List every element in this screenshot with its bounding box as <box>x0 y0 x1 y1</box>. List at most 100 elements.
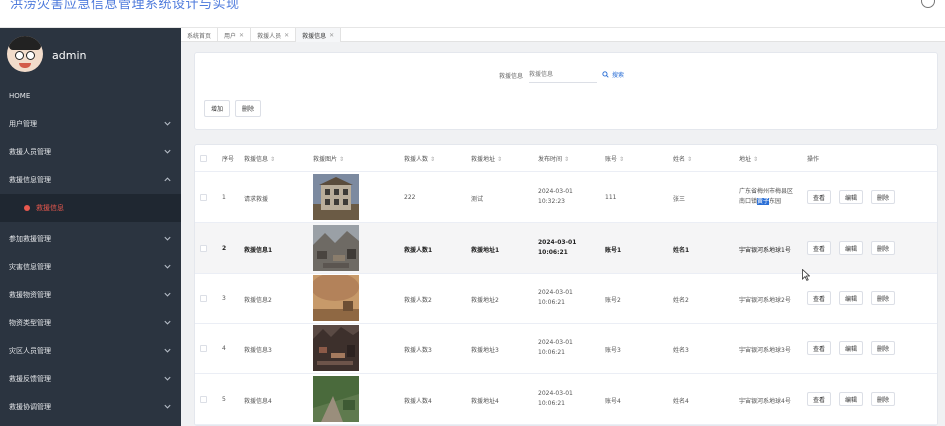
table-row[interactable]: 3 救援信息2 救援人数2 救援地址2 2024-03-01 10:06:21 账号2 姓名… <box>195 273 937 324</box>
tab-user[interactable]: 用户 ✕ <box>218 28 252 42</box>
sidebar-item-5[interactable]: 灾害信息管理 <box>0 253 181 281</box>
cell-time: 2024-03-01 10:06:21 <box>538 390 573 407</box>
table-row[interactable]: 5 救援信息4 救援人数4 救援地址4 2024-03-01 10:06:21 账号4 姓名… <box>195 374 937 425</box>
user-menu-icon[interactable] <box>921 0 935 8</box>
sort-icon[interactable]: ⇕ <box>619 156 624 163</box>
column-header[interactable]: 救援地址 ⇕ <box>471 154 502 163</box>
sidebar-item-8[interactable]: 灾区人员管理 <box>0 337 181 365</box>
close-icon[interactable]: ✕ <box>284 32 289 39</box>
cell-address: 救援地址2 <box>471 297 499 304</box>
sidebar-item-6[interactable]: 救援物资管理 <box>0 281 181 309</box>
close-icon[interactable]: ✕ <box>239 32 244 39</box>
table-header: 序号 救援信息 ⇕ 救援图片 ⇕ 救援人数 ⇕ 救援地址 ⇕ 发布时间 ⇕ 账号 ⇕ 姓名 ⇕ 地址 ⇕ 操作 <box>195 145 937 172</box>
rescue-photo[interactable] <box>313 275 359 321</box>
delete-row-button[interactable]: 删除 <box>871 241 896 255</box>
column-header[interactable]: 姓名 ⇕ <box>673 154 692 163</box>
location-text: 东园 <box>769 198 782 205</box>
sidebar-item-9[interactable]: 救援反馈管理 <box>0 365 181 393</box>
search-button[interactable]: 搜索 <box>602 67 624 81</box>
sidebar-item-10[interactable]: 救援协调管理 <box>0 393 181 421</box>
sidebar-item-0[interactable]: 用户管理 <box>0 110 181 138</box>
sidebar-item-4[interactable]: 参加救援管理 <box>0 225 181 253</box>
sidebar-item-home[interactable]: HOME <box>0 82 181 110</box>
edit-button[interactable]: 编辑 <box>839 291 864 305</box>
row-checkbox[interactable] <box>200 295 207 302</box>
select-all-checkbox[interactable] <box>200 155 207 162</box>
sort-icon[interactable]: ⇕ <box>497 156 502 163</box>
add-button[interactable]: 增加 <box>204 100 231 117</box>
mouse-cursor-icon <box>802 269 810 281</box>
column-header: 操作 <box>807 154 819 163</box>
column-header-label: 姓名 <box>673 156 686 163</box>
view-button[interactable]: 查看 <box>807 392 832 406</box>
view-button[interactable]: 查看 <box>807 241 832 255</box>
sort-icon[interactable]: ⇕ <box>339 156 344 163</box>
tab-rescuers[interactable]: 救援人员 ✕ <box>251 28 297 42</box>
cell-account: 账号2 <box>605 297 621 304</box>
tab-label: 救援人员 <box>257 32 282 40</box>
row-checkbox[interactable] <box>200 345 207 352</box>
close-icon[interactable]: ✕ <box>329 32 334 39</box>
delete-row-button[interactable]: 删除 <box>871 291 896 305</box>
cell-name: 姓名3 <box>673 347 689 354</box>
sidebar-item-label: 救援协调管理 <box>9 403 51 411</box>
chevron-down-icon <box>164 404 171 409</box>
column-header[interactable]: 救援图片 ⇕ <box>313 154 344 163</box>
edit-button[interactable]: 编辑 <box>839 190 864 204</box>
rescue-photo[interactable] <box>313 225 359 271</box>
sort-icon[interactable]: ⇕ <box>564 156 569 163</box>
delete-button[interactable]: 删除 <box>235 100 262 117</box>
cell-location: 广东省梅州市梅县区南口镇黄子东园 <box>739 187 797 207</box>
sort-icon[interactable]: ⇕ <box>753 156 758 163</box>
sort-icon[interactable]: ⇕ <box>430 156 435 163</box>
view-button[interactable]: 查看 <box>807 190 832 204</box>
cell-account: 账号1 <box>605 247 622 254</box>
chevron-down-icon <box>164 320 171 325</box>
search-panel: 救援信息 搜索 增加 删除 <box>194 52 938 130</box>
column-header[interactable]: 账号 ⇕ <box>605 154 624 163</box>
table-row[interactable]: 1 请求救援 222 测试 2024-03-01 10:32:23 111 张三 广东省梅州市… <box>195 172 937 223</box>
chevron-down-icon <box>164 348 171 353</box>
sort-icon[interactable]: ⇕ <box>270 156 275 163</box>
cell-index: 2 <box>222 245 227 252</box>
rescue-photo[interactable] <box>313 325 359 371</box>
column-header-label: 救援图片 <box>313 156 338 163</box>
sidebar-item-label: 参加救援管理 <box>9 235 51 243</box>
view-button[interactable]: 查看 <box>807 341 832 355</box>
column-header[interactable]: 地址 ⇕ <box>739 154 758 163</box>
sidebar-item-2[interactable]: 救援信息管理 <box>0 166 181 194</box>
column-header-label: 操作 <box>807 156 820 163</box>
delete-row-button[interactable]: 删除 <box>871 392 896 406</box>
sidebar-subitem-rescue-info[interactable]: 救援信息 <box>0 194 181 222</box>
cell-account: 账号3 <box>605 347 621 354</box>
delete-row-button[interactable]: 删除 <box>871 341 896 355</box>
row-checkbox[interactable] <box>200 396 207 403</box>
sidebar-item-label: 用户管理 <box>9 120 37 128</box>
sort-icon[interactable]: ⇕ <box>687 156 692 163</box>
column-header[interactable]: 发布时间 ⇕ <box>538 154 569 163</box>
edit-button[interactable]: 编辑 <box>839 241 864 255</box>
view-button[interactable]: 查看 <box>807 291 832 305</box>
sidebar-item-7[interactable]: 物资类型管理 <box>0 309 181 337</box>
cell-info: 救援信息4 <box>244 398 272 405</box>
column-header[interactable]: 救援信息 ⇕ <box>244 154 275 163</box>
tab-home[interactable]: 系统首页 <box>181 28 219 42</box>
sidebar-item-label: 救援反馈管理 <box>9 375 51 383</box>
chevron-down-icon <box>164 376 171 381</box>
table-row[interactable]: 4 救援信息3 救援人数3 救援地址3 2024-03-01 10:06:21 账号3 姓名… <box>195 323 937 374</box>
table-row[interactable]: 2 救援信息1 救援人数1 救援地址1 2024-03-01 10:06:21 账号1 姓名… <box>195 223 937 274</box>
search-input[interactable] <box>529 66 597 83</box>
rescue-photo[interactable] <box>313 174 359 220</box>
column-header: 序号 <box>222 154 234 163</box>
sidebar-item-1[interactable]: 救援人员管理 <box>0 138 181 166</box>
cell-location: 宇宙银河系地球2号 <box>739 297 791 304</box>
column-header[interactable]: 救援人数 ⇕ <box>404 154 435 163</box>
chevron-down-icon <box>164 292 171 297</box>
row-checkbox[interactable] <box>200 245 207 252</box>
delete-row-button[interactable]: 删除 <box>871 190 896 204</box>
edit-button[interactable]: 编辑 <box>839 341 864 355</box>
tab-rescue-info[interactable]: 救援信息 ✕ <box>296 28 342 42</box>
edit-button[interactable]: 编辑 <box>839 392 864 406</box>
row-checkbox[interactable] <box>200 194 207 201</box>
rescue-photo[interactable] <box>313 376 359 422</box>
